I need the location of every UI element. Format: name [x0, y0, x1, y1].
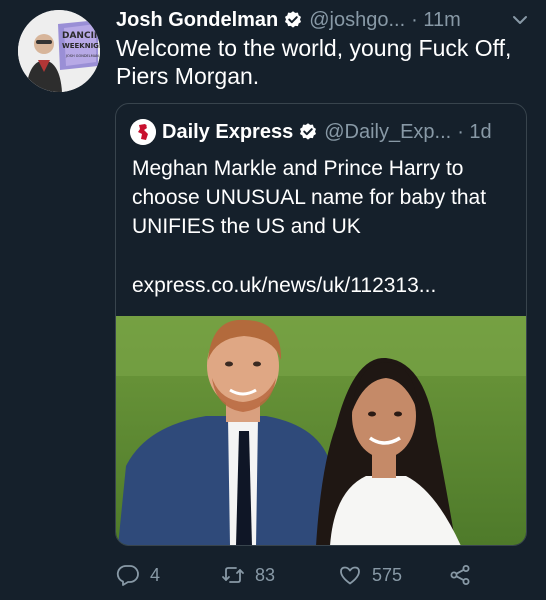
like-icon	[340, 566, 360, 585]
retweet-count: 83	[255, 564, 276, 585]
verified-badge-icon	[285, 11, 302, 28]
verified-badge-icon	[300, 123, 317, 140]
tweet-timestamp[interactable]: · 11m	[411, 9, 461, 32]
retweet-icon	[222, 567, 244, 583]
tweet-text: Welcome to the world, young Fuck Off, Pi…	[116, 35, 512, 89]
quoted-author-handle[interactable]: @Daily_Exp...	[324, 121, 451, 144]
chevron-down-icon[interactable]	[512, 12, 528, 28]
quoted-tweet-link[interactable]: express.co.uk/news/uk/112313...	[132, 274, 436, 298]
daily-express-logo-icon	[130, 119, 156, 145]
share-icon	[450, 565, 470, 585]
author-handle[interactable]: @joshgo...	[309, 9, 405, 32]
tweet-header: Josh Gondelman @joshgo... · 11m	[116, 6, 532, 34]
tweet-actions: 4 83 575	[116, 560, 536, 590]
reply-count: 4	[150, 564, 161, 585]
quoted-tweet-photo[interactable]	[116, 316, 526, 546]
tweet[interactable]: DANCING WEEKNIGHT JOSH GONDELMAN Josh Go…	[0, 0, 546, 600]
like-button[interactable]: 575	[338, 563, 402, 587]
avatar-image: DANCING WEEKNIGHT JOSH GONDELMAN	[18, 10, 100, 92]
reply-icon	[116, 565, 139, 586]
quoted-author-name[interactable]: Daily Express	[162, 121, 293, 144]
quoted-tweet-text: Meghan Markle and Prince Harry to choose…	[132, 157, 487, 238]
avatar-title-line-3: JOSH GONDELMAN	[65, 54, 99, 58]
quoted-timestamp[interactable]: · 1d	[457, 121, 491, 144]
reply-button[interactable]: 4	[116, 563, 160, 587]
share-button[interactable]	[448, 563, 482, 587]
avatar-title-line-1: DANCING	[62, 31, 100, 41]
quoted-tweet-header: Daily Express @Daily_Exp... · 1d	[130, 118, 516, 146]
author-avatar[interactable]: DANCING WEEKNIGHT JOSH GONDELMAN	[18, 10, 100, 92]
avatar-title-line-2: WEEKNIGHT	[62, 42, 100, 50]
quoted-tweet[interactable]: Daily Express @Daily_Exp... · 1d Meghan …	[115, 103, 527, 546]
like-count: 575	[372, 564, 403, 585]
author-name[interactable]: Josh Gondelman	[116, 9, 278, 32]
retweet-button[interactable]: 83	[221, 563, 275, 587]
